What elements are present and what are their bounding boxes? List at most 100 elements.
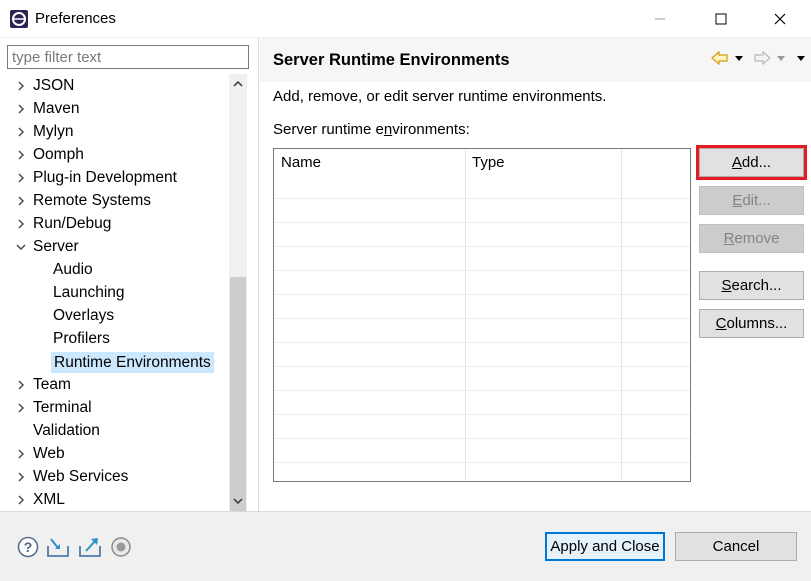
help-icon[interactable]: ? (17, 536, 39, 558)
tree-item[interactable]: Web (0, 442, 229, 465)
tree-item[interactable]: Mylyn (0, 120, 229, 143)
tree-item-label: Team (33, 376, 71, 393)
tree-item-label: Web Services (33, 468, 129, 485)
tree-item[interactable]: Overlays (0, 304, 229, 327)
tree-item[interactable]: Runtime Environments (0, 350, 229, 373)
tree-item[interactable]: XML (0, 488, 229, 511)
tree-item[interactable]: Server (0, 235, 229, 258)
chevron-right-icon[interactable] (14, 401, 28, 415)
chevron-right-icon[interactable] (14, 217, 28, 231)
remove-button[interactable]: Remove (699, 224, 804, 253)
add-label: dd... (741, 154, 772, 171)
search-label: earch... (731, 277, 782, 294)
column-header-name[interactable]: Name (281, 154, 321, 171)
add-button[interactable]: Add... (696, 145, 807, 180)
forward-arrow-icon[interactable] (753, 51, 771, 65)
edit-mnemonic: E (732, 192, 743, 209)
column-header-type[interactable]: Type (472, 154, 505, 171)
search-mnemonic: S (721, 277, 732, 294)
table-row-divider (274, 246, 690, 247)
tree-item-label: Oomph (33, 146, 84, 163)
chevron-right-icon[interactable] (14, 125, 28, 139)
preferences-tree: JSON Maven Mylyn Oomph Plug-in Development Re… (0, 74, 229, 511)
tree-item[interactable]: Audio (0, 258, 229, 281)
table-row-divider (274, 198, 690, 199)
chevron-right-icon[interactable] (14, 171, 28, 185)
tree-item[interactable]: JSON (0, 74, 229, 97)
tree-item[interactable]: Launching (0, 281, 229, 304)
import-icon[interactable] (46, 536, 69, 558)
tree-item-label: Runtime Environments (51, 352, 214, 373)
tree-item-label: XML (33, 491, 65, 508)
label-mnemonic: n (383, 121, 393, 138)
tree-item-label: Profilers (53, 330, 110, 347)
tree-item-label: Plug-in Development (33, 169, 177, 186)
maximize-icon[interactable] (698, 0, 744, 38)
chevron-down-icon[interactable] (14, 240, 28, 254)
table-row-divider (274, 222, 690, 223)
chevron-right-icon[interactable] (14, 470, 28, 484)
tree-item-label: Mylyn (33, 123, 74, 140)
remove-label: emove (734, 230, 780, 247)
filter-input[interactable] (7, 45, 249, 69)
tree-item[interactable]: Validation (0, 419, 229, 442)
forward-dropdown-icon[interactable] (775, 53, 787, 63)
table-row-divider (274, 414, 690, 415)
chevron-right-icon[interactable] (14, 493, 28, 507)
search-button[interactable]: Search... (699, 271, 804, 300)
scroll-down-icon[interactable] (229, 491, 247, 511)
columns-mnemonic: C (715, 315, 727, 332)
table-row-divider (274, 390, 690, 391)
minimize-icon[interactable] (637, 0, 683, 38)
chevron-right-icon[interactable] (14, 79, 28, 93)
page-header: Server Runtime Environments (260, 38, 811, 82)
tree-item[interactable]: Profilers (0, 327, 229, 350)
table-row-divider (274, 438, 690, 439)
back-arrow-icon[interactable] (711, 51, 729, 65)
tree-item[interactable]: Terminal (0, 396, 229, 419)
tree-item-label: Remote Systems (33, 192, 152, 209)
tree-item[interactable]: Web Services (0, 465, 229, 488)
apply-and-close-button[interactable]: Apply and Close (545, 532, 665, 561)
view-menu-icon[interactable] (795, 53, 807, 63)
tree-item[interactable]: Team (0, 373, 229, 396)
chevron-right-icon[interactable] (14, 378, 28, 392)
preferences-navigation-pane: JSON Maven Mylyn Oomph Plug-in Development Re… (0, 38, 259, 527)
cancel-button[interactable]: Cancel (675, 532, 797, 561)
chevron-right-icon[interactable] (14, 447, 28, 461)
page-navigation (711, 48, 807, 68)
columns-button[interactable]: Columns... (699, 309, 804, 338)
tree-item[interactable]: Remote Systems (0, 189, 229, 212)
tree-item[interactable]: Maven (0, 97, 229, 120)
tree-item[interactable]: Oomph (0, 143, 229, 166)
tree-item-label: Run/Debug (33, 215, 112, 232)
add-mnemonic: A (731, 154, 742, 171)
tree-item-label: Terminal (33, 399, 92, 416)
dialog-footer: ? Apply and Close Cancel (0, 512, 811, 581)
page-title: Server Runtime Environments (273, 51, 510, 69)
tree-item[interactable]: Run/Debug (0, 212, 229, 235)
label-text-end: vironments: (392, 121, 470, 138)
tree-scrollbar[interactable] (229, 74, 247, 527)
table-row-divider (274, 366, 690, 367)
close-icon[interactable] (757, 0, 803, 38)
svg-text:?: ? (24, 539, 33, 555)
chevron-right-icon[interactable] (14, 148, 28, 162)
tree-item-label: Server (33, 238, 79, 255)
back-dropdown-icon[interactable] (733, 53, 745, 63)
edit-button[interactable]: Edit... (699, 186, 804, 215)
scroll-up-icon[interactable] (229, 74, 247, 94)
runtime-environments-table[interactable]: Name Type (273, 148, 691, 482)
label-text-start: Server runtime e (273, 121, 384, 138)
table-row-divider (274, 462, 690, 463)
tree-item-label: Overlays (53, 307, 115, 324)
chevron-right-icon[interactable] (14, 102, 28, 116)
edit-label: dit... (742, 192, 771, 209)
table-row-divider (274, 294, 690, 295)
record-icon[interactable] (110, 536, 132, 558)
tree-item[interactable]: Plug-in Development (0, 166, 229, 189)
title-bar: Preferences (0, 0, 811, 38)
chevron-right-icon[interactable] (14, 194, 28, 208)
export-icon[interactable] (78, 536, 101, 558)
scrollbar-thumb[interactable] (230, 277, 246, 527)
